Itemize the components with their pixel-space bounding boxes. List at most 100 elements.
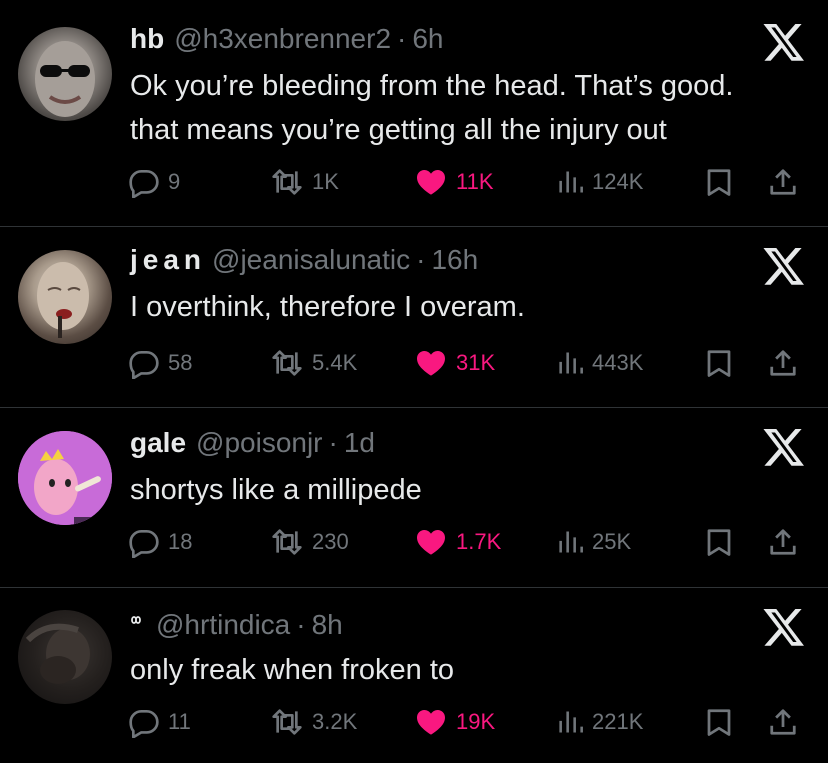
like-button[interactable]: 11K [414, 162, 494, 202]
share-icon [768, 527, 798, 557]
heart-icon [414, 526, 448, 558]
avatar-photo-image [25, 623, 90, 684]
tweet-text-line: only freak when froken to [130, 654, 455, 686]
separator-dot: · [328, 427, 338, 458]
avatar[interactable] [18, 250, 112, 344]
tweet-text-line: I overthink, therefore I overam. [130, 291, 525, 323]
tweet-card[interactable]: jean @jeanisalunatic · 16h I overthink, … [0, 227, 828, 407]
x-logo-icon [762, 605, 806, 649]
display-name[interactable]: jean [130, 244, 206, 276]
retweet-count: 5.4K [312, 350, 358, 375]
share-button[interactable] [768, 343, 806, 383]
retweet-button[interactable]: 5.4K [270, 343, 357, 383]
avatar[interactable] [18, 431, 112, 525]
action-bar: 58 5.4K 31K 443K [128, 343, 808, 383]
bar-chart-icon [556, 527, 584, 557]
timestamp[interactable]: 1d [344, 427, 375, 459]
bookmark-icon [704, 167, 734, 197]
action-bar: 9 1K 11K 124K [128, 162, 808, 202]
reply-button[interactable]: 58 [128, 343, 192, 383]
retweet-button[interactable]: 1K [270, 162, 339, 202]
x-logo-icon [762, 425, 806, 469]
reply-button[interactable]: 11 [128, 702, 191, 742]
share-icon [768, 348, 798, 378]
retweet-button[interactable]: 230 [270, 522, 349, 562]
avatar-cartoon-image [18, 431, 112, 525]
view-count: 443K [592, 350, 644, 375]
bookmark-button[interactable] [704, 343, 742, 383]
tweet-text: I overthink, therefore I overam. [130, 285, 810, 329]
tweet-header: @hrtindica · 8h [130, 609, 343, 649]
reply-icon [128, 706, 160, 738]
retweet-icon [270, 706, 304, 738]
user-handle[interactable]: @poisonjr [196, 427, 322, 459]
like-button[interactable]: 1.7K [414, 522, 501, 562]
like-button[interactable]: 31K [414, 343, 495, 383]
timestamp[interactable]: 8h [312, 609, 343, 641]
retweet-count: 1K [312, 169, 339, 194]
user-handle[interactable]: @hrtindica [156, 609, 290, 641]
reply-count: 18 [168, 529, 193, 554]
view-count: 25K [592, 529, 632, 554]
heart-icon [414, 347, 448, 379]
retweet-icon [270, 347, 304, 379]
avatar[interactable] [18, 610, 112, 704]
user-handle[interactable]: @h3xenbrenner2 [174, 23, 391, 55]
retweet-icon [270, 166, 304, 198]
tweet-text-line: that means you’re getting all the injury… [130, 114, 667, 146]
action-bar: 18 230 1.7K 25K [128, 522, 808, 562]
like-count: 31K [456, 350, 496, 375]
retweet-button[interactable]: 3.2K [270, 702, 357, 742]
views-button[interactable]: 221K [556, 702, 643, 742]
display-name[interactable]: gale [130, 427, 186, 459]
bookmark-icon [704, 707, 734, 737]
share-button[interactable] [768, 522, 806, 562]
tweet-text: shortys like a millipede [130, 468, 810, 512]
views-button[interactable]: 25K [556, 522, 631, 562]
share-button[interactable] [768, 702, 806, 742]
heart-icon [414, 706, 448, 738]
tweet-text-line: Ok you’re bleeding from the head. That’s… [130, 70, 734, 102]
separator-dot: · [397, 23, 407, 54]
reply-icon [128, 526, 160, 558]
user-handle[interactable]: @jeanisalunatic [212, 244, 410, 276]
bookmark-icon [704, 348, 734, 378]
reply-count: 9 [168, 169, 181, 194]
retweet-icon [270, 526, 304, 558]
view-count: 221K [592, 709, 644, 734]
bar-chart-icon [556, 167, 584, 197]
share-button[interactable] [768, 162, 806, 202]
avatar-face-image [35, 41, 95, 117]
bar-chart-icon [556, 707, 584, 737]
heart-icon [414, 166, 448, 198]
display-name[interactable]: hb [130, 23, 164, 55]
tweet-text: Ok you’re bleeding from the head. That’s… [130, 64, 810, 152]
views-button[interactable]: 124K [556, 162, 643, 202]
views-button[interactable]: 443K [556, 343, 643, 383]
view-count: 124K [592, 169, 644, 194]
reply-button[interactable]: 18 [128, 522, 192, 562]
bookmark-button[interactable] [704, 522, 742, 562]
timestamp[interactable]: 16h [431, 244, 478, 276]
retweet-count: 3.2K [312, 709, 358, 734]
avatar[interactable] [18, 27, 112, 121]
bookmark-icon [704, 527, 734, 557]
separator-dot: · [416, 244, 426, 275]
share-icon [768, 167, 798, 197]
share-icon [768, 707, 798, 737]
reply-icon [128, 166, 160, 198]
like-button[interactable]: 19K [414, 702, 495, 742]
tweet-card[interactable]: hb @h3xenbrenner2 · 6h Ok you’re bleedin… [0, 0, 828, 226]
x-logo-icon [762, 20, 806, 64]
tweet-text-line: shortys like a millipede [130, 474, 422, 506]
tweet-card[interactable]: gale @poisonjr · 1d shortys like a milli… [0, 408, 828, 587]
timestamp[interactable]: 6h [412, 23, 443, 55]
bar-chart-icon [556, 348, 584, 378]
tweet-header: hb @h3xenbrenner2 · 6h [130, 23, 444, 63]
bookmark-button[interactable] [704, 702, 742, 742]
tweet-card[interactable]: @hrtindica · 8h only freak when froken t… [0, 588, 828, 763]
x-logo-icon [762, 244, 806, 288]
reply-button[interactable]: 9 [128, 162, 180, 202]
bookmark-button[interactable] [704, 162, 742, 202]
avatar-face-image [37, 262, 89, 338]
